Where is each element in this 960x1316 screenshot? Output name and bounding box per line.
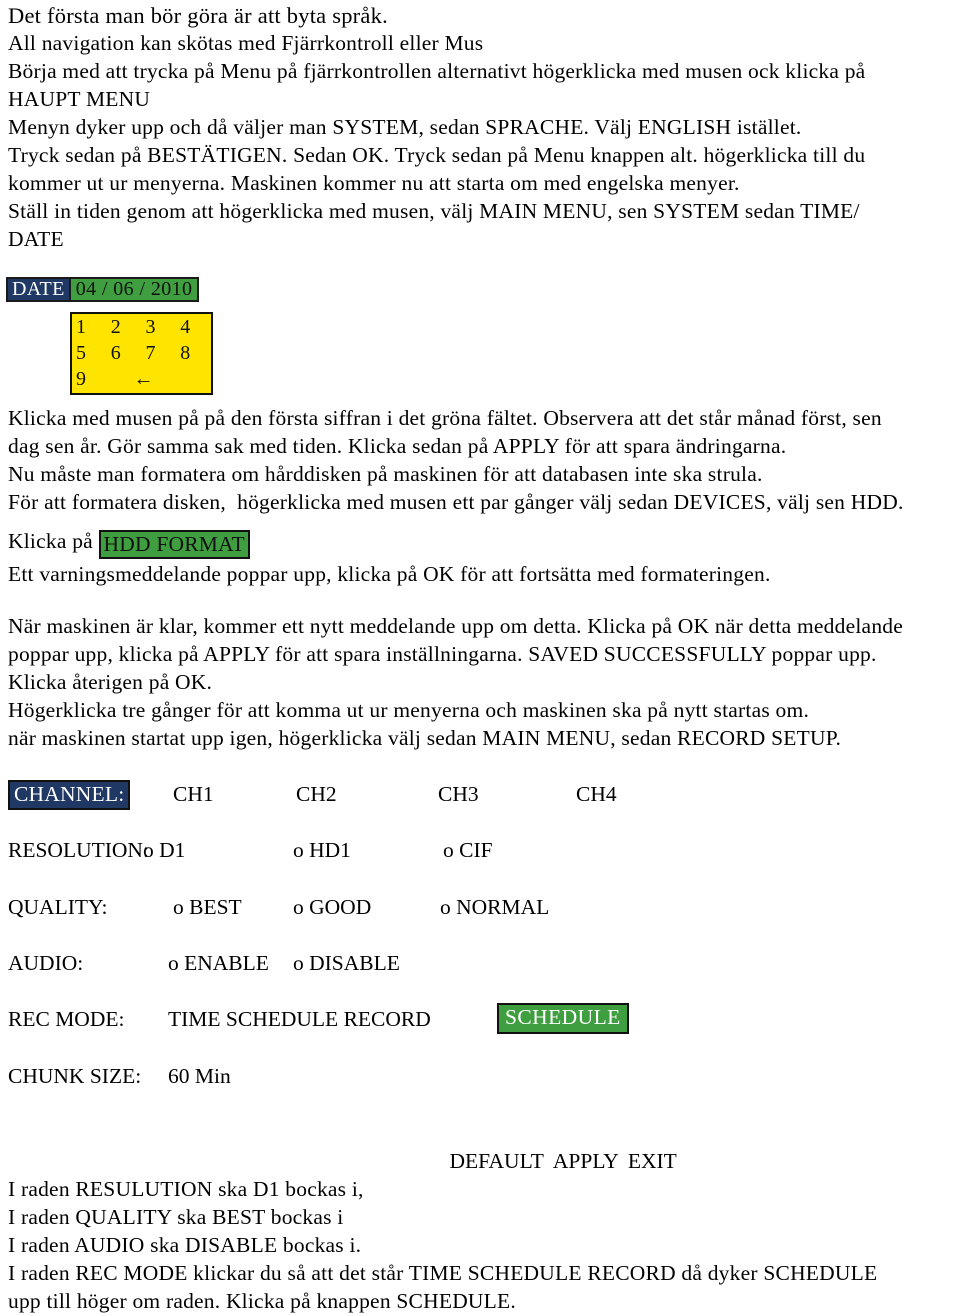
- chunk-size-label: CHUNK SIZE:: [8, 1064, 142, 1088]
- final-line-1: I raden RESULUTION ska D1 bockas i,: [8, 1177, 364, 1201]
- quality-option-good[interactable]: o GOOD: [293, 893, 371, 921]
- chunk-size-value[interactable]: 60 Min: [168, 1062, 231, 1090]
- intro-line-1: Det första man bör göra är att byta språ…: [8, 3, 388, 28]
- intro-line-8: Ställ in tiden genom att högerklicka med…: [8, 199, 860, 223]
- second-line-4: Högerklicka tre gånger för att komma ut …: [8, 698, 810, 722]
- keypad-key-8[interactable]: 8: [176, 342, 211, 364]
- resolution-option-d1[interactable]: o D1: [143, 836, 185, 864]
- quality-option-normal[interactable]: o NORMAL: [440, 893, 549, 921]
- record-setup-quality-row: QUALITY: o BEST o GOOD o NORMAL: [8, 893, 952, 923]
- channel-option-ch1[interactable]: CH1: [173, 780, 214, 808]
- date-field-row: DATE 04 / 06 / 2010: [6, 277, 200, 302]
- hdd-format-line-prefix: Klicka på: [8, 529, 99, 553]
- keypad-key-7[interactable]: 7: [142, 342, 177, 364]
- final-line-4: I raden REC MODE klickar du så att det s…: [8, 1261, 878, 1285]
- exit-button[interactable]: EXIT: [628, 1147, 677, 1175]
- final-line-5: upp till höger om raden. Klicka på knapp…: [8, 1289, 516, 1313]
- final-line-2: I raden QUALITY ska BEST bockas i: [8, 1205, 344, 1229]
- keypad-key-4[interactable]: 4: [176, 316, 211, 338]
- keypad-key-9[interactable]: 9: [72, 368, 107, 390]
- keypad-row-1: 1 2 3 4: [72, 314, 211, 340]
- rec-mode-value[interactable]: TIME SCHEDULE RECORD: [168, 1005, 431, 1033]
- keypad-key-3[interactable]: 3: [142, 316, 177, 338]
- record-setup-actions: DEFAULT APPLY EXIT: [428, 1119, 686, 1203]
- audio-option-enable[interactable]: o ENABLE: [168, 949, 269, 977]
- after-hdd-line: Ett varningsmeddelande poppar upp, klick…: [8, 562, 771, 586]
- channel-option-ch4[interactable]: CH4: [576, 780, 617, 808]
- record-setup-channel-row: CHANNEL: CH1 CH2 CH3 CH4: [8, 780, 952, 810]
- record-setup-chunksize-row: CHUNK SIZE: 60 Min: [8, 1062, 952, 1092]
- audio-option-disable[interactable]: o DISABLE: [293, 949, 400, 977]
- intro-line-5: Menyn dyker upp och då väljer man SYSTEM…: [8, 115, 802, 139]
- middle-line-4: För att formatera disken, högerklicka me…: [8, 490, 904, 514]
- quality-option-best[interactable]: o BEST: [173, 893, 242, 921]
- record-setup-audio-row: AUDIO: o ENABLE o DISABLE: [8, 949, 952, 979]
- backspace-arrow-icon[interactable]: ←: [107, 368, 176, 390]
- second-line-3: Klicka återigen på OK.: [8, 670, 213, 694]
- numeric-keypad[interactable]: 1 2 3 4 5 6 7 8 9 ←: [70, 312, 213, 395]
- intro-line-6: Tryck sedan på BESTÄTIGEN. Sedan OK. Try…: [8, 143, 866, 167]
- resolution-label: RESOLUTION:: [8, 838, 149, 862]
- second-line-1: När maskinen är klar, kommer ett nytt me…: [8, 614, 904, 638]
- quality-label: QUALITY:: [8, 895, 108, 919]
- record-setup-resolution-row: RESOLUTION: o D1 o HD1 o CIF: [8, 836, 952, 866]
- channel-label: CHANNEL:: [8, 780, 131, 810]
- keypad-key-1[interactable]: 1: [72, 316, 107, 338]
- second-line-5: när maskinen startat upp igen, högerklic…: [8, 726, 842, 750]
- middle-line-2: dag sen år. Gör samma sak med tiden. Kli…: [8, 434, 787, 458]
- middle-line-3: Nu måste man formatera om hårddisken på …: [8, 462, 763, 486]
- date-widget: DATE 04 / 06 / 2010: [6, 277, 200, 302]
- date-value-field[interactable]: 04 / 06 / 2010: [70, 277, 200, 302]
- date-label: DATE: [6, 277, 71, 302]
- resolution-option-cif[interactable]: o CIF: [443, 836, 493, 864]
- intro-line-7: kommer ut ur menyerna. Maskinen kommer n…: [8, 171, 740, 195]
- resolution-option-hd1[interactable]: o HD1: [293, 836, 351, 864]
- intro-line-2: All navigation kan skötas med Fjärrkontr…: [8, 31, 484, 55]
- intro-line-9: DATE: [8, 227, 64, 251]
- hdd-format-button[interactable]: HDD FORMAT: [98, 530, 250, 559]
- document-page: Det första man bör göra är att byta språ…: [0, 0, 960, 1313]
- intro-line-4: HAUPT MENU: [8, 87, 151, 111]
- keypad-key-2[interactable]: 2: [107, 316, 142, 338]
- record-setup-recmode-row: REC MODE: TIME SCHEDULE RECORD SCHEDULE: [8, 1003, 952, 1035]
- middle-line-1: Klicka med musen på på den första siffra…: [8, 406, 882, 430]
- apply-button[interactable]: APPLY: [553, 1147, 619, 1175]
- schedule-button[interactable]: SCHEDULE: [497, 1003, 629, 1034]
- second-line-2: poppar upp, klicka på APPLY för att spar…: [8, 642, 877, 666]
- intro-line-3: Börja med att trycka på Menu på fjärrkon…: [8, 59, 866, 83]
- keypad-row-3: 9 ←: [72, 366, 211, 392]
- rec-mode-label: REC MODE:: [8, 1007, 125, 1031]
- channel-option-ch3[interactable]: CH3: [438, 780, 479, 808]
- channel-option-ch2[interactable]: CH2: [296, 780, 337, 808]
- keypad-key-6[interactable]: 6: [107, 342, 142, 364]
- audio-label: AUDIO:: [8, 951, 84, 975]
- keypad-key-5[interactable]: 5: [72, 342, 107, 364]
- hdd-format-line: Klicka på HDD FORMAT: [8, 527, 250, 559]
- default-button[interactable]: DEFAULT: [450, 1147, 544, 1175]
- keypad-row-2: 5 6 7 8: [72, 340, 211, 366]
- final-line-3: I raden AUDIO ska DISABLE bockas i.: [8, 1233, 362, 1257]
